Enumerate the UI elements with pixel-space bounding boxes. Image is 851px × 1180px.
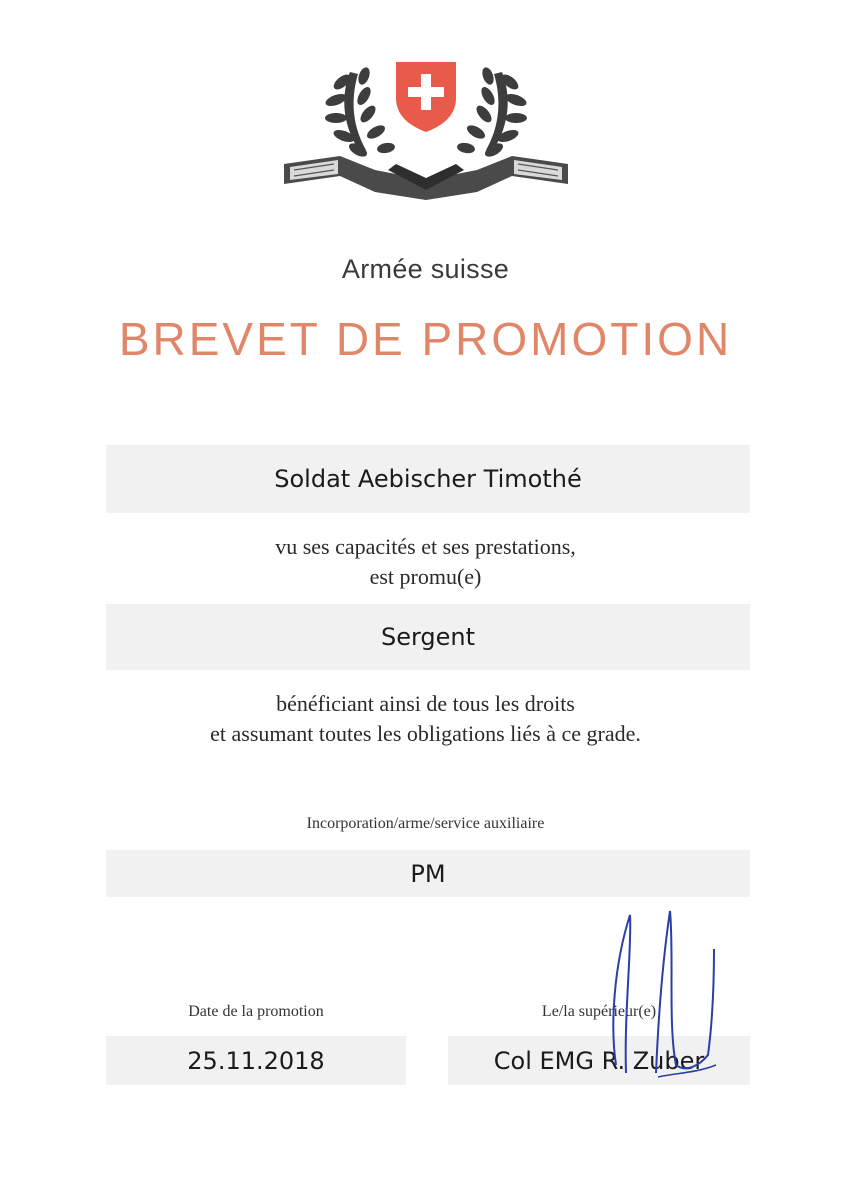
army-label: Armée suisse xyxy=(341,254,510,284)
incorporation-value: PM xyxy=(410,859,446,888)
statement-line: et assumant toutes les obligations liés … xyxy=(210,721,641,746)
rights-statement: bénéficiant ainsi de tous les droits et … xyxy=(0,689,851,749)
superior-label: Le/la supérieur(e) xyxy=(541,1003,657,1020)
incorporation-band: PM xyxy=(106,850,750,897)
certificate-title: BREVET DE PROMOTION xyxy=(118,313,733,365)
date-value: 25.11.2018 xyxy=(187,1046,325,1075)
incorporation-label: Incorporation/arme/service auxiliaire xyxy=(306,815,545,832)
rank-value: Sergent xyxy=(380,623,476,651)
rank-band: Sergent xyxy=(106,604,750,670)
recipient-name: Soldat Aebischer Timothé xyxy=(274,465,582,493)
statement-line: bénéficiant ainsi de tous les droits xyxy=(276,691,575,716)
swiss-emblem-icon xyxy=(284,62,568,200)
date-band: 25.11.2018 xyxy=(106,1036,406,1085)
statement-line: est promu(e) xyxy=(369,564,482,589)
superior-value: Col EMG R. Zuber xyxy=(493,1046,705,1075)
statement-line: vu ses capacités et ses prestations, xyxy=(275,534,576,559)
promotion-certificate: Armée suisse BREVET DE PROMOTION Soldat … xyxy=(0,0,851,1180)
promotion-statement: vu ses capacités et ses prestations, est… xyxy=(0,532,851,592)
date-label: Date de la promotion xyxy=(188,1003,324,1020)
superior-band: Col EMG R. Zuber xyxy=(448,1036,750,1085)
recipient-name-band: Soldat Aebischer Timothé xyxy=(106,445,750,513)
